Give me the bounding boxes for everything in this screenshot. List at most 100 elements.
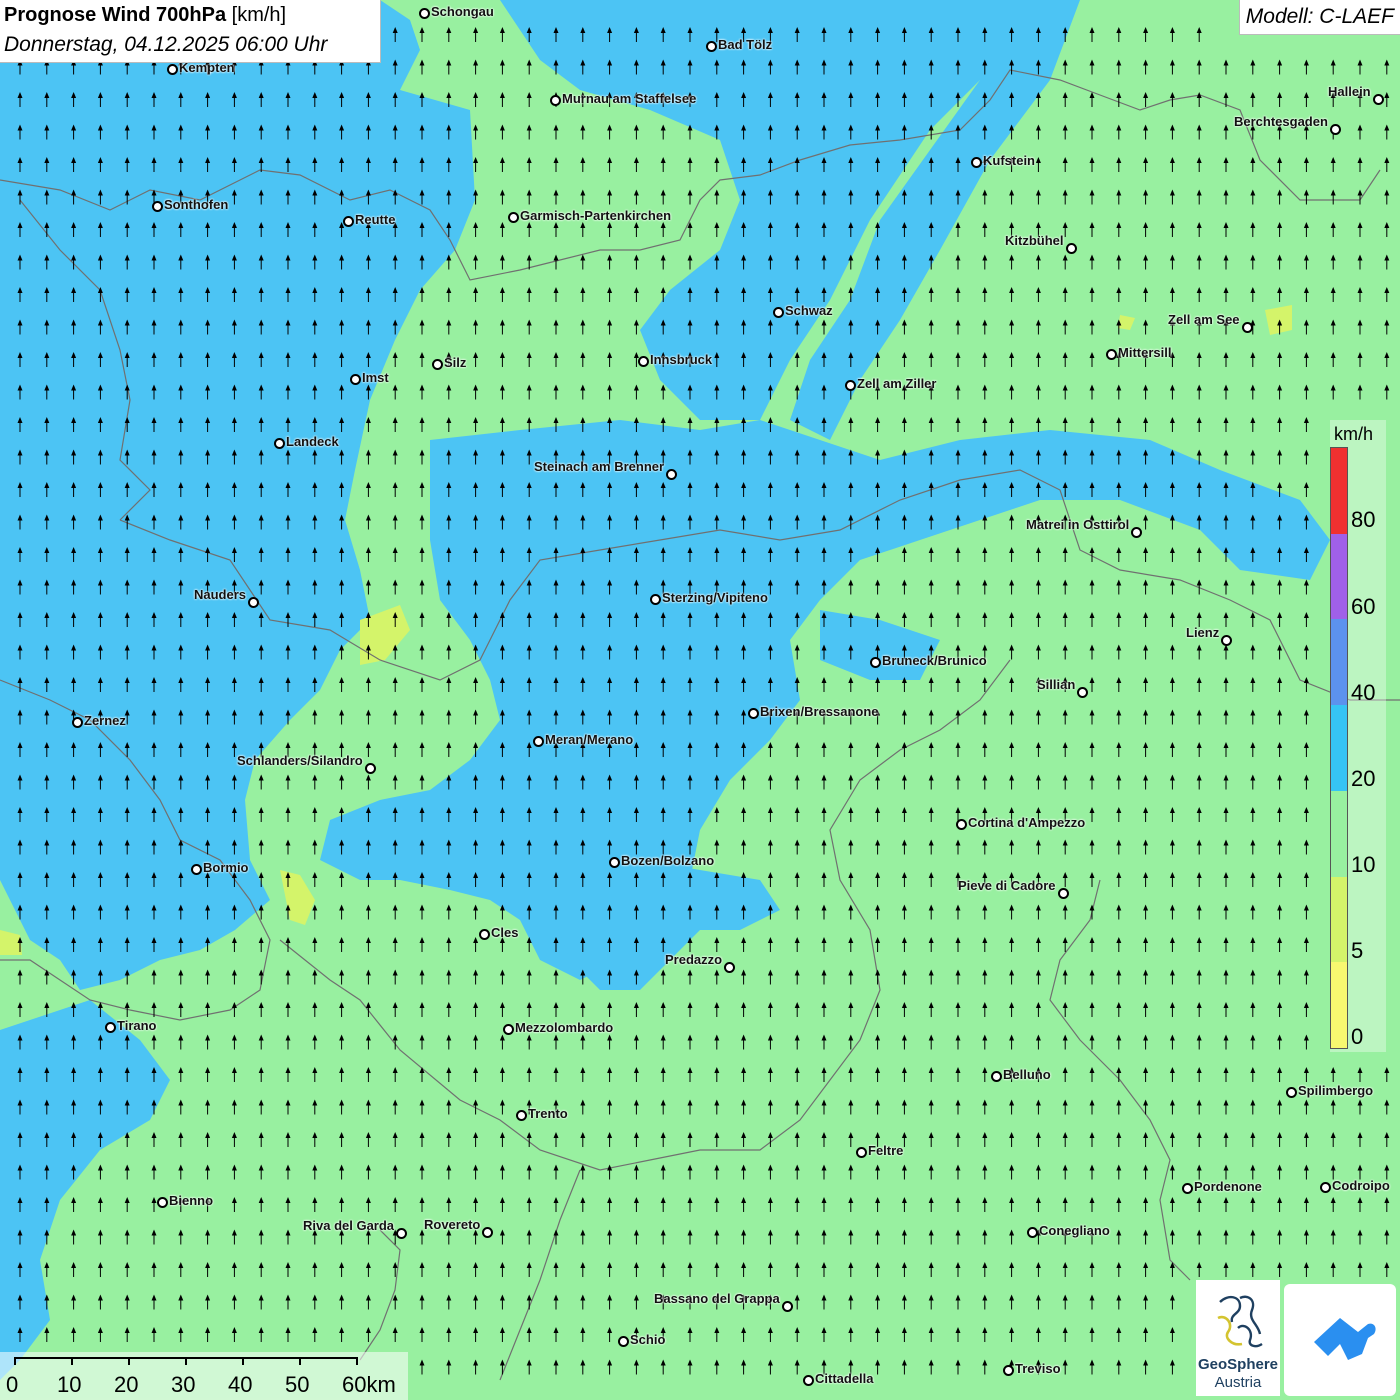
geosphere-name: GeoSphere (1197, 1356, 1279, 1373)
city-marker (748, 708, 759, 719)
city-label: Trento (528, 1106, 568, 1121)
city-marker (396, 1228, 407, 1239)
scale-label: 40 (228, 1372, 253, 1397)
scale-tick (14, 1357, 16, 1365)
city-marker (533, 736, 544, 747)
legend-color-bar (1330, 447, 1348, 1049)
weather-arrow-icon (1314, 1318, 1376, 1360)
scale-label: 20 (114, 1372, 139, 1397)
geosphere-swirl-icon (1217, 1295, 1263, 1348)
city-marker (550, 95, 561, 106)
city-marker (1106, 349, 1117, 360)
city-label: Meran/Merano (545, 732, 634, 747)
weather-app-logo (1284, 1284, 1396, 1396)
city-marker (638, 356, 649, 367)
forecast-datetime: Donnerstag, 04.12.2025 06:00 Uhr (4, 33, 328, 56)
city-marker (152, 201, 163, 212)
city-label: Bad Tölz (718, 37, 773, 52)
legend-label: 0 (1351, 1024, 1364, 1049)
city-marker (419, 8, 430, 19)
scale-label: 30 (171, 1372, 196, 1397)
geosphere-austria-logo: GeoSphere Austria (1196, 1280, 1280, 1396)
city-marker (516, 1110, 527, 1121)
scale-tick (299, 1357, 301, 1365)
city-label: Schlanders/Silandro (237, 753, 363, 768)
city-label: Kempten (179, 60, 235, 75)
city-label: Spilimbergo (1298, 1083, 1374, 1098)
city-label: Bassano del Grappa (654, 1291, 780, 1306)
city-label: Sterzing/Vipiteno (662, 590, 768, 605)
city-marker (479, 929, 490, 940)
city-label: Codroipo (1332, 1178, 1390, 1193)
city-marker (105, 1022, 116, 1033)
city-label: Rovereto (424, 1217, 481, 1232)
city-marker (956, 819, 967, 830)
city-label: Murnau am Staffelsee (562, 91, 697, 106)
scale-label: 50 (285, 1372, 310, 1397)
city-label: Brixen/Bressanone (760, 704, 879, 719)
city-label: Kufstein (983, 153, 1035, 168)
city-label: Conegliano (1039, 1223, 1110, 1238)
city-marker (1066, 243, 1077, 254)
city-marker (508, 212, 519, 223)
city-marker (870, 657, 881, 668)
city-marker (1077, 687, 1088, 698)
city-marker (72, 717, 83, 728)
city-marker (503, 1024, 514, 1035)
city-marker (432, 359, 443, 370)
city-marker (1373, 94, 1384, 105)
scale-tick (71, 1357, 73, 1365)
legend-swatch (1331, 876, 1347, 963)
city-label: Cles (491, 925, 519, 940)
city-label: Tirano (117, 1018, 157, 1033)
city-marker (248, 597, 259, 608)
legend-label: 10 (1351, 852, 1376, 877)
city-label: Landeck (286, 434, 339, 449)
city-label: Pieve di Cadore (958, 878, 1056, 893)
scale-tick (128, 1357, 130, 1365)
city-label: Innsbruck (650, 352, 713, 367)
legend-label: 40 (1351, 680, 1376, 705)
city-marker (706, 41, 717, 52)
geosphere-sub: Austria (1214, 1374, 1262, 1391)
city-marker (971, 157, 982, 168)
map-title: Prognose Wind 700hPa [km/h] (4, 4, 286, 27)
city-label: Schwaz (785, 303, 833, 318)
city-label: Lienz (1186, 625, 1220, 640)
legend-swatch (1331, 790, 1347, 878)
city-label: Imst (362, 370, 389, 385)
city-label: Reutte (355, 212, 396, 227)
city-marker (191, 864, 202, 875)
city-marker (350, 374, 361, 385)
city-label: Pordenone (1194, 1179, 1262, 1194)
city-label: Garmisch-Partenkirchen (520, 208, 672, 223)
city-label: Nauders (194, 587, 247, 602)
city-marker (1027, 1227, 1038, 1238)
city-label: Bienno (169, 1193, 214, 1208)
map-title-unit: [km/h] (226, 4, 287, 26)
city-marker (167, 64, 178, 75)
scale-tick (242, 1357, 244, 1365)
scale-tick (185, 1357, 187, 1365)
city-marker (274, 438, 285, 449)
city-label: Steinach am Brenner (534, 459, 665, 474)
city-marker (1221, 635, 1232, 646)
model-label: Modell: C-LAEF (1238, 0, 1400, 35)
legend-swatch (1331, 705, 1347, 792)
scale-tick (356, 1357, 358, 1365)
city-marker (1058, 888, 1069, 899)
city-label: Cittadella (815, 1371, 874, 1386)
city-marker (1182, 1183, 1193, 1194)
city-label: Bormio (203, 860, 249, 875)
map-title-box: Prognose Wind 700hPa [km/h] Donnerstag, … (0, 0, 381, 63)
city-marker (856, 1147, 867, 1158)
city-label: Bozen/Bolzano (621, 853, 715, 868)
city-marker (1131, 527, 1142, 538)
legend-swatch (1331, 533, 1347, 620)
legend-swatch (1331, 619, 1347, 706)
city-label: Zell am See (1168, 312, 1240, 327)
city-label: Mezzolombardo (515, 1020, 614, 1035)
city-marker (618, 1336, 629, 1347)
city-marker (343, 216, 354, 227)
city-marker (782, 1301, 793, 1312)
